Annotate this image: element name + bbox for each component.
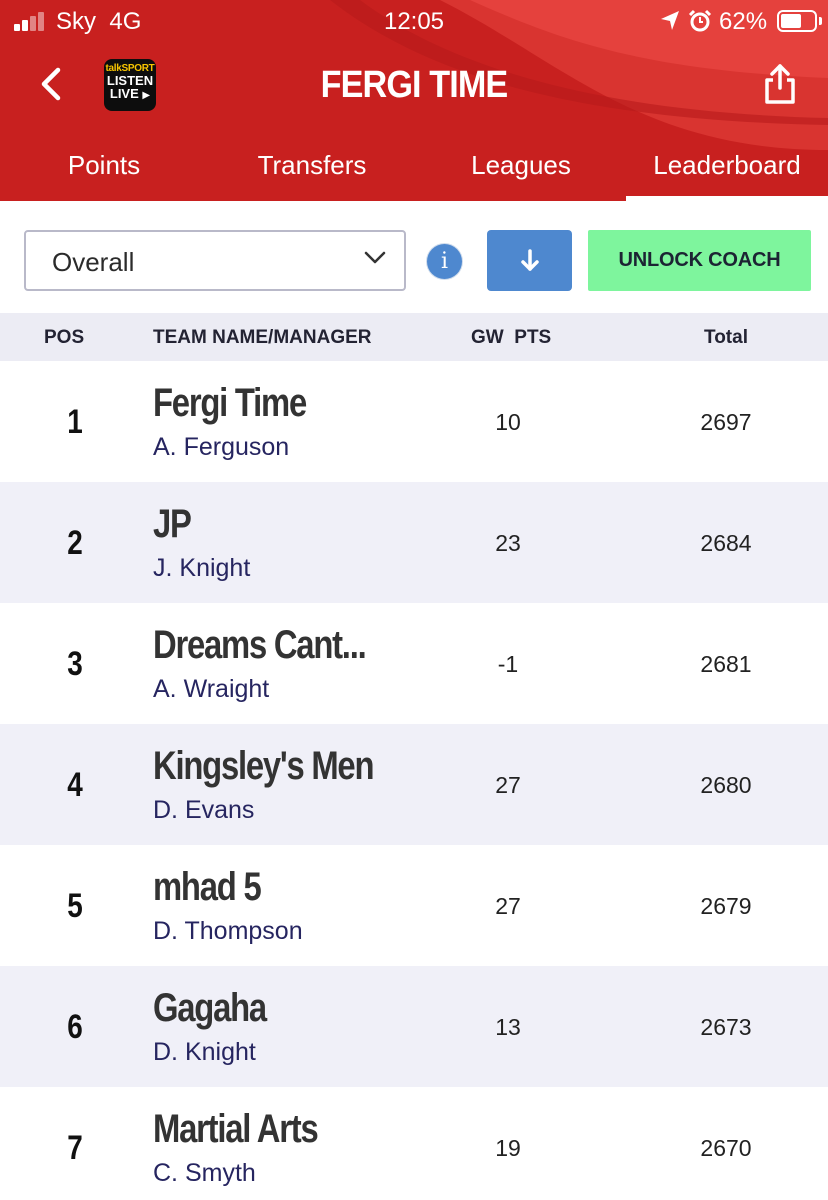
row-total-points: 2697 — [700, 409, 752, 435]
arrow-down-icon — [521, 249, 539, 271]
table-row[interactable]: 6 Gagaha D. Knight 13 2673 — [0, 966, 828, 1087]
battery-icon — [777, 10, 817, 32]
app-header: Sky 4G 12:05 62% talkSPORT LISTEN LIVE ▶… — [0, 0, 828, 201]
row-team-name: Fergi Time — [153, 381, 307, 425]
column-header-total: Total — [704, 327, 748, 348]
leaderboard-filter-select[interactable]: Overall — [24, 230, 406, 291]
row-gw-points: 13 — [495, 1014, 521, 1040]
table-row[interactable]: 3 Dreams Cant... A. Wraight -1 2681 — [0, 603, 828, 724]
row-gw-points: 23 — [495, 530, 521, 556]
row-manager-name: D. Knight — [153, 1038, 256, 1066]
share-icon — [765, 64, 795, 104]
unlock-coach-button[interactable]: UNLOCK COACH — [588, 230, 811, 291]
row-total-points: 2670 — [700, 1135, 752, 1161]
table-row[interactable]: 5 mhad 5 D. Thompson 27 2679 — [0, 845, 828, 966]
battery-level — [781, 14, 801, 28]
row-total-points: 2673 — [700, 1014, 752, 1040]
active-tab-indicator — [626, 196, 828, 201]
battery-percent: 62% — [719, 8, 768, 35]
row-manager-name: J. Knight — [153, 554, 251, 582]
table-row[interactable]: 4 Kingsley's Men D. Evans 27 2680 — [0, 724, 828, 845]
info-button[interactable]: i — [427, 244, 462, 279]
download-button[interactable] — [487, 230, 572, 291]
row-position: 1 — [67, 403, 83, 441]
tab-transfers[interactable]: Transfers — [208, 150, 416, 190]
tab-leaderboard[interactable]: Leaderboard — [626, 150, 828, 190]
row-manager-name: A. Ferguson — [153, 433, 290, 461]
status-bar: Sky 4G 12:05 62% — [0, 0, 828, 44]
share-button[interactable] — [762, 62, 798, 106]
row-team-name: Gagaha — [153, 986, 267, 1030]
row-team-name: mhad 5 — [153, 865, 262, 909]
row-team-name: Kingsley's Men — [153, 744, 374, 788]
filter-selected-value: Overall — [52, 247, 135, 277]
row-total-points: 2681 — [700, 651, 752, 677]
table-row[interactable]: 1 Fergi Time A. Ferguson 10 2697 — [0, 361, 828, 482]
row-gw-points: -1 — [497, 651, 519, 677]
row-gw-points: 27 — [495, 893, 521, 919]
row-team-name: Dreams Cant... — [153, 623, 367, 667]
row-manager-name: D. Evans — [153, 796, 255, 824]
row-manager-name: C. Smyth — [153, 1159, 256, 1187]
row-total-points: 2684 — [700, 530, 752, 556]
column-header-gw-pts: GW PTS — [471, 327, 552, 348]
row-total-points: 2680 — [700, 772, 752, 798]
table-header: POS TEAM NAME/MANAGER GW PTS Total — [0, 313, 828, 361]
row-team-name: JP — [153, 502, 192, 546]
row-position: 5 — [67, 887, 83, 925]
row-gw-points: 19 — [495, 1135, 521, 1161]
chevron-down-icon — [364, 251, 386, 264]
row-position: 2 — [67, 524, 83, 562]
row-manager-name: A. Wraight — [153, 675, 270, 703]
row-total-points: 2679 — [700, 893, 752, 919]
column-header-team: TEAM NAME/MANAGER — [153, 327, 372, 348]
row-team-name: Martial Arts — [153, 1107, 319, 1151]
table-row[interactable]: 2 JP J. Knight 23 2684 — [0, 482, 828, 603]
row-gw-points: 27 — [495, 772, 521, 798]
row-position: 3 — [67, 645, 83, 683]
column-header-pos: POS — [44, 327, 85, 348]
table-row[interactable]: 7 Martial Arts C. Smyth 19 2670 — [0, 1087, 828, 1200]
location-arrow-icon — [661, 11, 679, 30]
row-manager-name: D. Thompson — [153, 917, 303, 945]
row-position: 4 — [67, 766, 83, 804]
tab-bar: Points Transfers Leagues Leaderboard — [0, 140, 828, 201]
row-position: 6 — [67, 1008, 83, 1046]
alarm-icon — [688, 9, 712, 32]
battery-nub — [819, 17, 822, 25]
page-title: FERGI TIME — [320, 64, 509, 106]
tab-leagues[interactable]: Leagues — [416, 150, 626, 190]
row-position: 7 — [67, 1129, 83, 1167]
tab-points[interactable]: Points — [0, 150, 208, 190]
row-gw-points: 10 — [495, 409, 521, 435]
